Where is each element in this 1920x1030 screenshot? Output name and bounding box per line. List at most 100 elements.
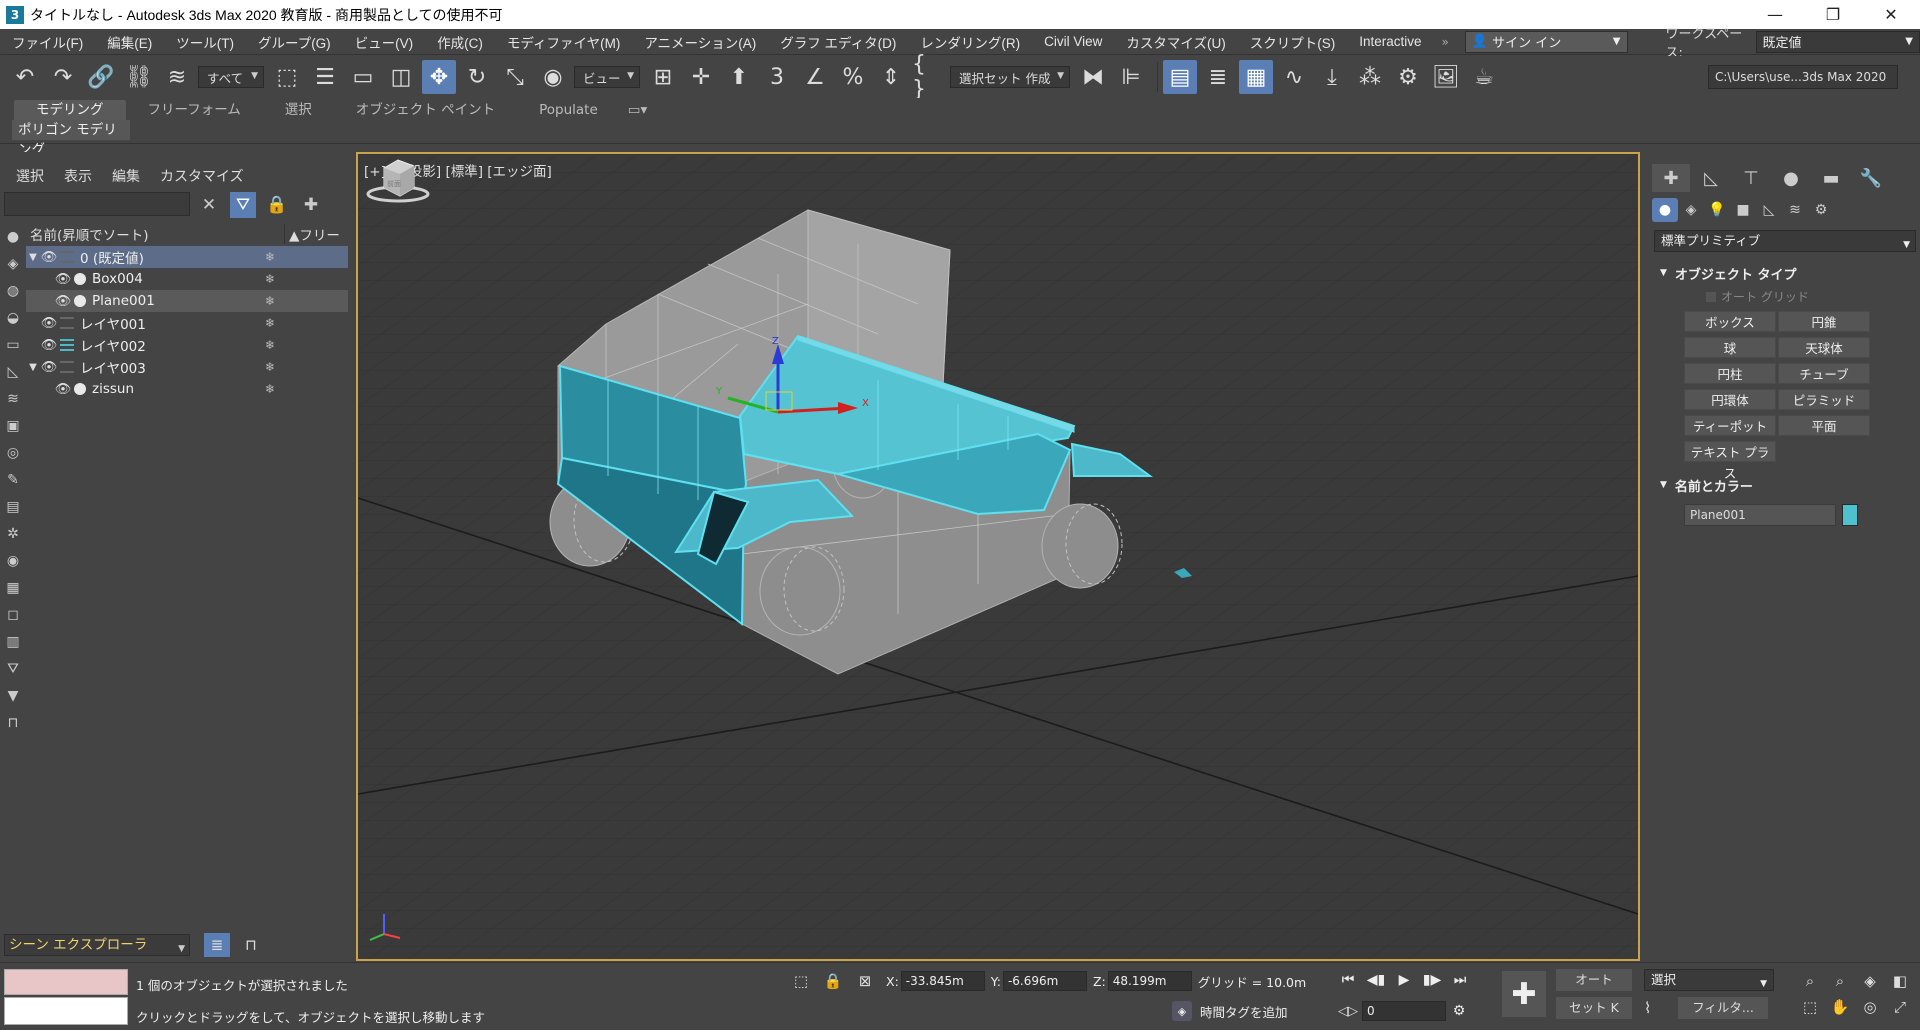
viewport-canvas[interactable]: Z X Y — [358, 154, 1638, 959]
explorer-menu-customize[interactable]: カスタマイズ — [160, 166, 244, 186]
menu-overflow-icon[interactable]: » — [1433, 35, 1456, 49]
display-lights-icon[interactable]: ▭ — [3, 335, 23, 355]
tab-object-paint[interactable]: オブジェクト ペイント — [334, 100, 517, 120]
display-tab-icon[interactable]: ▬ — [1812, 164, 1850, 192]
folder-icon[interactable]: ⊓ — [3, 713, 23, 733]
display-frozen-icon[interactable]: ▦ — [3, 578, 23, 598]
menu-rendering[interactable]: レンダリング(R) — [908, 32, 1032, 52]
isolate-selection-icon[interactable]: ⬚ — [790, 970, 812, 992]
display-containers-icon[interactable]: ◉ — [3, 551, 23, 571]
pan-icon[interactable]: ✋ — [1826, 997, 1854, 1017]
primitive-type-dropdown[interactable]: 標準プリミティブ ▼ — [1654, 230, 1916, 252]
close-button[interactable]: ✕ — [1862, 0, 1920, 29]
explorer-name-dropdown[interactable]: シーン エクスプローラ ▼ — [4, 934, 190, 956]
display-bones-icon[interactable]: ▤ — [3, 497, 23, 517]
tree-row-layer003[interactable]: ▼ 👁 レイヤ003 ❄ — [26, 356, 348, 378]
pivot-center-icon[interactable]: ⊞ — [646, 60, 680, 94]
key-mode-toggle-icon[interactable]: ⌇ — [1644, 999, 1666, 1017]
box-button[interactable]: ボックス — [1684, 311, 1776, 332]
modify-tab-icon[interactable]: ◺ — [1692, 164, 1730, 192]
visibility-eye-icon[interactable]: 👁 — [54, 272, 72, 287]
maximize-viewport-icon[interactable]: ⤢ — [1886, 997, 1914, 1017]
geometry-icon[interactable]: ● — [1652, 198, 1678, 222]
display-helpers-icon[interactable]: ≋ — [3, 389, 23, 409]
minimize-button[interactable]: — — [1746, 0, 1804, 29]
lights-icon[interactable]: 💡 — [1704, 198, 1730, 222]
menu-modifiers[interactable]: モディファイヤ(M) — [495, 32, 632, 52]
filter-icon[interactable]: ▼ — [3, 686, 23, 706]
time-slider-toggle-icon[interactable]: ◁▷ — [1334, 1004, 1362, 1019]
zoom-all-icon[interactable]: ⌕ — [1826, 971, 1854, 991]
freeze-icon[interactable]: ❄ — [250, 316, 290, 330]
selection-lock-icon[interactable]: 🔒 — [822, 970, 844, 992]
menu-customize[interactable]: カスタマイズ(U) — [1114, 32, 1237, 52]
display-hidden-icon[interactable]: ◻ — [3, 605, 23, 625]
text-plus-button[interactable]: テキスト プラス — [1684, 441, 1776, 481]
unlink-icon[interactable]: ⛓ — [122, 60, 156, 94]
render-setup-icon[interactable]: ⚙ — [1391, 60, 1425, 94]
column-freeze[interactable]: ▲フリーズ — [284, 224, 348, 264]
display-influences-icon[interactable]: ⛛ — [3, 659, 23, 679]
workspace-dropdown[interactable]: 既定値 ▼ — [1755, 30, 1920, 53]
zoom-icon[interactable]: ⌕ — [1796, 971, 1824, 991]
visibility-eye-icon[interactable]: 👁 — [54, 294, 72, 309]
tube-button[interactable]: チューブ — [1778, 363, 1870, 384]
helpers-icon[interactable]: ◺ — [1756, 198, 1782, 222]
explorer-search-input[interactable] — [4, 192, 190, 216]
display-all-icon[interactable]: ◈ — [3, 254, 23, 274]
tree-row-layer002[interactable]: 👁 レイヤ002 ❄ — [26, 334, 348, 356]
edit-named-selection-icon[interactable]: { } — [912, 52, 946, 102]
scale-icon[interactable]: ⤡ — [498, 60, 532, 94]
keyboard-shortcut-override-icon[interactable]: ⬆ — [722, 60, 756, 94]
freeze-icon[interactable]: ❄ — [250, 250, 290, 264]
column-name[interactable]: 名前(昇順でソート) — [26, 224, 284, 244]
zoom-extents-icon[interactable]: ◈ — [1856, 971, 1884, 991]
display-groups-icon[interactable]: ◎ — [3, 443, 23, 463]
curve-editor-icon[interactable]: ∿ — [1277, 60, 1311, 94]
ribbon-options-icon[interactable]: ▭▾ — [620, 100, 656, 120]
menu-file[interactable]: ファイル(F) — [0, 32, 95, 52]
toggle-scene-explorer-icon[interactable]: ▤ — [1163, 60, 1197, 94]
viewport-perspective[interactable]: Z X Y [+] [正投影] [標準] [エッジ面] 前面 — [356, 152, 1640, 961]
tree-row-box004[interactable]: 👁 Box004 ❄ — [26, 268, 348, 290]
motion-tab-icon[interactable]: ● — [1772, 164, 1810, 192]
snaps-toggle-icon[interactable]: 3 — [760, 60, 794, 94]
name-color-header[interactable]: ▼ 名前とカラー — [1654, 474, 1916, 496]
visibility-eye-icon[interactable]: 👁 — [54, 382, 72, 397]
z-coordinate-field[interactable]: 48.199m — [1107, 971, 1192, 991]
link-icon[interactable]: 🔗 — [84, 60, 118, 94]
torus-button[interactable]: 円環体 — [1684, 389, 1776, 410]
menu-scripting[interactable]: スクリプト(S) — [1238, 32, 1348, 52]
rendered-frame-window-icon[interactable]: 🖼 — [1429, 60, 1463, 94]
geosphere-button[interactable]: 天球体 — [1778, 337, 1870, 358]
next-frame-icon[interactable]: ▮▶ — [1418, 969, 1446, 991]
freeze-icon[interactable]: ❄ — [250, 338, 290, 352]
menu-edit[interactable]: 編集(E) — [95, 32, 164, 52]
explorer-menu-select[interactable]: 選択 — [16, 166, 44, 186]
explorer-menu-edit[interactable]: 編集 — [112, 166, 140, 186]
menu-group[interactable]: グループ(G) — [246, 32, 343, 52]
tree-row-layer001[interactable]: 👁 レイヤ001 ❄ — [26, 312, 348, 334]
field-of-view-icon[interactable]: ⬚ — [1796, 997, 1824, 1017]
polygon-modeling-panel[interactable]: ポリゴン モデリング — [12, 120, 130, 158]
tree-row-layer-default[interactable]: ▼ 👁 0 (既定値) ❄ — [26, 246, 348, 268]
tab-modeling[interactable]: モデリング — [14, 100, 126, 120]
percent-snap-icon[interactable]: % — [836, 60, 870, 94]
play-icon[interactable]: ▶ — [1390, 969, 1418, 991]
expand-arrow-icon[interactable]: ▼ — [26, 252, 40, 263]
freeze-icon[interactable]: ❄ — [250, 294, 290, 308]
display-none-icon[interactable]: ● — [3, 227, 23, 247]
selection-filter-dropdown[interactable]: すべて ▼ — [198, 66, 264, 88]
reference-coordinate-dropdown[interactable]: ビュー ▼ — [574, 66, 640, 88]
plane-button[interactable]: 平面 — [1778, 415, 1870, 436]
cylinder-button[interactable]: 円柱 — [1684, 363, 1776, 384]
cameras-icon[interactable]: ■ — [1730, 198, 1756, 222]
move-icon[interactable]: ✥ — [422, 60, 456, 94]
create-tab-icon[interactable]: ✚ — [1652, 164, 1690, 192]
display-spacewarps-icon[interactable]: ▣ — [3, 416, 23, 436]
autogrid-checkbox[interactable]: オート グリッド — [1706, 288, 1916, 305]
freeze-icon[interactable]: ❄ — [250, 272, 290, 286]
sort-by-hierarchy-icon[interactable]: ⊓ — [238, 933, 264, 957]
rectangular-selection-icon[interactable]: ▭ — [346, 60, 380, 94]
select-by-name-icon[interactable]: ☰ — [308, 60, 342, 94]
